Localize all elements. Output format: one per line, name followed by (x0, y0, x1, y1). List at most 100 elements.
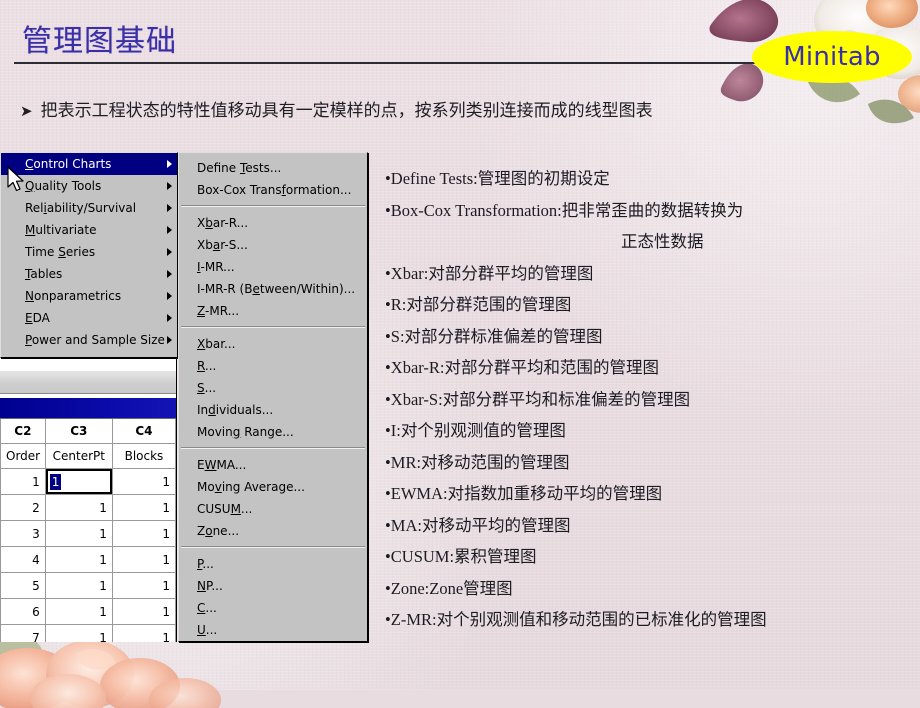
column-name-C2[interactable]: Order (0, 443, 46, 469)
table-row: 411 (0, 546, 176, 573)
cell-C3-2[interactable]: 1 (44, 494, 113, 521)
menu-item-multivariate[interactable]: Multivariate (1, 219, 177, 241)
submenu-separator (181, 205, 365, 207)
worksheet-toolbar[interactable] (0, 370, 176, 394)
description-line: •Box-Cox Transformation:把非常歪曲的数据转换为 (385, 200, 744, 220)
menu-item-quality-tools[interactable]: Quality Tools (1, 175, 177, 197)
cell-C4-4[interactable]: 1 (111, 546, 176, 573)
menu-item-eda[interactable]: EDA (1, 307, 177, 329)
cell-C4-1[interactable]: 1 (111, 468, 176, 495)
cell-C4-5[interactable]: 1 (111, 572, 176, 599)
table-row: 311 (0, 520, 176, 547)
menu-item-nonparametrics[interactable]: Nonparametrics (1, 285, 177, 307)
worksheet-column-name-row: Order CenterPt Blocks (0, 443, 176, 469)
minitab-logo-badge: Minitab (752, 31, 912, 83)
menu-item-label: Tables (25, 267, 63, 281)
menu-item-power-and-sample-size[interactable]: Power and Sample Size (1, 329, 177, 351)
cell-C2-7[interactable]: 7 (0, 624, 46, 642)
worksheet-gap (0, 358, 176, 370)
submenu-item-p[interactable]: P... (179, 553, 367, 575)
submenu-item-z-mr[interactable]: Z-MR... (179, 300, 367, 322)
table-row: 111 (0, 468, 176, 495)
submenu-item-r[interactable]: R... (179, 355, 367, 377)
cell-C2-6[interactable]: 6 (0, 598, 46, 625)
submenu-item-moving-range[interactable]: Moving Range... (179, 421, 367, 443)
chevron-right-icon (167, 204, 172, 212)
submenu-item-c[interactable]: C... (179, 597, 367, 619)
submenu-item-np[interactable]: NP... (179, 575, 367, 597)
cell-C2-2[interactable]: 2 (0, 494, 46, 521)
menu-item-label: Power and Sample Size (25, 333, 165, 347)
page-title: 管理图基础 (22, 24, 177, 59)
minitab-logo-label: Minitab (783, 42, 881, 72)
cell-C3-5[interactable]: 1 (44, 572, 113, 599)
cell-C2-4[interactable]: 4 (0, 546, 46, 573)
submenu-separator (181, 546, 365, 548)
submenu-item-xbar[interactable]: Xbar... (179, 333, 367, 355)
active-cell-outline: 1 (46, 469, 112, 494)
cell-C3-4[interactable]: 1 (44, 546, 113, 573)
description-line: •Z-MR:对个别观测值和移动范围的已标准化的管理图 (385, 610, 767, 629)
submenu-item-ewma[interactable]: EWMA... (179, 454, 367, 476)
cell-C2-1[interactable]: 1 (0, 468, 46, 495)
cell-C4-2[interactable]: 1 (111, 494, 176, 521)
cell-C3-7[interactable]: 1 (44, 624, 113, 642)
chevron-right-icon (167, 292, 172, 300)
minitab-worksheet[interactable]: C2 C3 C4 Order CenterPt Blocks 1 1 1 2 1 1 3 1 1 4 1 1 5 1 1… (0, 356, 177, 642)
cell-C3-1[interactable]: 1 (44, 468, 113, 495)
description-line: •Xbar:对部分群平均的管理图 (385, 263, 594, 283)
description-line: 正态性数据 (621, 232, 704, 251)
cell-C2-5[interactable]: 5 (0, 572, 46, 599)
submenu-item-i-mr[interactable]: I-MR... (179, 256, 367, 278)
subtitle-bullet: ➤ 把表示工程状态的特性值移动具有一定模样的点，按系列类别连接而成的线型图表 (20, 96, 900, 121)
chevron-right-icon (167, 270, 172, 278)
column-id-C2[interactable]: C2 (0, 419, 46, 444)
control-charts-menu[interactable]: Control Charts Quality Tools Reliability/S… (0, 152, 178, 358)
submenu-item-zone[interactable]: Zone... (179, 520, 367, 542)
submenu-item-box-cox-transformation[interactable]: Box-Cox Transformation... (179, 179, 367, 201)
submenu-item-xbar-s[interactable]: Xbar-S... (179, 234, 367, 256)
worksheet-titlebar[interactable] (0, 398, 176, 419)
worksheet-column-id-row: C2 C3 C4 (0, 419, 176, 444)
chevron-right-icon (167, 182, 172, 190)
menu-item-label: Control Charts (25, 157, 112, 171)
arrow-bullet-icon: ➤ (20, 102, 33, 120)
cell-C4-6[interactable]: 1 (111, 598, 176, 625)
description-line: •Xbar-S:对部分群平均和标准偏差的管理图 (385, 389, 691, 409)
menu-item-control-charts[interactable]: Control Charts (1, 153, 177, 175)
submenu-item-cusum[interactable]: CUSUM... (179, 498, 367, 520)
submenu-item-define-tests[interactable]: Define Tests... (179, 157, 367, 179)
chevron-right-icon (167, 336, 172, 344)
menu-item-label: EDA (25, 311, 50, 325)
menu-item-reliability-survival[interactable]: Reliability/Survival (1, 197, 177, 219)
description-line: •Define Tests:管理图的初期设定 (385, 169, 610, 188)
cell-C3-6[interactable]: 1 (44, 598, 113, 625)
menu-item-label: Nonparametrics (25, 289, 122, 303)
subtitle-text: 把表示工程状态的特性值移动具有一定模样的点，按系列类别连接而成的线型图表 (40, 101, 653, 120)
description-line: •MR:对移动范围的管理图 (385, 452, 570, 472)
cell-C3-3[interactable]: 1 (44, 520, 113, 547)
column-id-C3[interactable]: C3 (44, 419, 113, 444)
submenu-item-moving-average[interactable]: Moving Average... (179, 476, 367, 498)
cell-C2-3[interactable]: 3 (0, 520, 46, 547)
menu-item-tables[interactable]: Tables (1, 263, 177, 285)
description-line: •CUSUM:累积管理图 (385, 547, 537, 566)
submenu-item-u[interactable]: U... (179, 619, 367, 641)
menu-item-time-series[interactable]: Time Series (1, 241, 177, 263)
submenu-item-individuals[interactable]: Individuals... (179, 399, 367, 421)
chevron-right-icon (167, 314, 172, 322)
title-divider (14, 62, 874, 64)
submenu-item-s[interactable]: S... (179, 377, 367, 399)
worksheet-grid[interactable]: C2 C3 C4 Order CenterPt Blocks 1 1 1 2 1 1 3 1 1 4 1 1 5 1 1… (0, 419, 176, 642)
submenu-item-i-mr-r-between-within[interactable]: I-MR-R (Between/Within)... (179, 278, 367, 300)
mouse-cursor-icon (7, 166, 24, 192)
submenu-item-xbar-r[interactable]: Xbar-R... (179, 212, 367, 234)
control-charts-submenu[interactable]: Define Tests... Box-Cox Transformation...… (178, 152, 368, 642)
cell-C4-3[interactable]: 1 (111, 520, 176, 547)
column-name-C3[interactable]: CenterPt (44, 443, 113, 469)
column-name-C4[interactable]: Blocks (111, 443, 176, 469)
column-id-C4[interactable]: C4 (111, 419, 176, 444)
description-list: •Define Tests:管理图的初期设定 •Box-Cox Transform… (385, 163, 915, 636)
cell-C4-7[interactable]: 1 (111, 624, 176, 642)
submenu-separator (181, 326, 365, 328)
